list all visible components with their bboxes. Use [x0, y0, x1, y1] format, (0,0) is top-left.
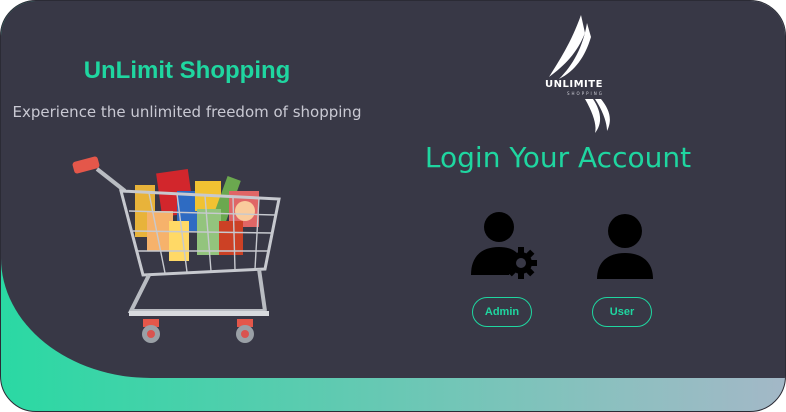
logo-subtitle: SHOPPING	[567, 91, 604, 96]
admin-button[interactable]: Admin	[472, 297, 532, 327]
brand-title: UnLimit Shopping	[83, 57, 291, 84]
admin-user-gear-icon[interactable]	[469, 211, 539, 281]
user-button[interactable]: User	[592, 297, 652, 327]
brand-tagline: Experience the unlimited freedom of shop…	[12, 103, 362, 121]
unlimite-logo	[549, 15, 610, 133]
shopping-cart-image	[72, 156, 281, 343]
logo-wordmark: UNLIMITE	[545, 79, 603, 90]
user-icon[interactable]	[595, 213, 655, 281]
login-title: Login Your Account	[424, 141, 692, 174]
app-frame: UnLimit Shopping Experience the unlimite…	[0, 0, 786, 412]
